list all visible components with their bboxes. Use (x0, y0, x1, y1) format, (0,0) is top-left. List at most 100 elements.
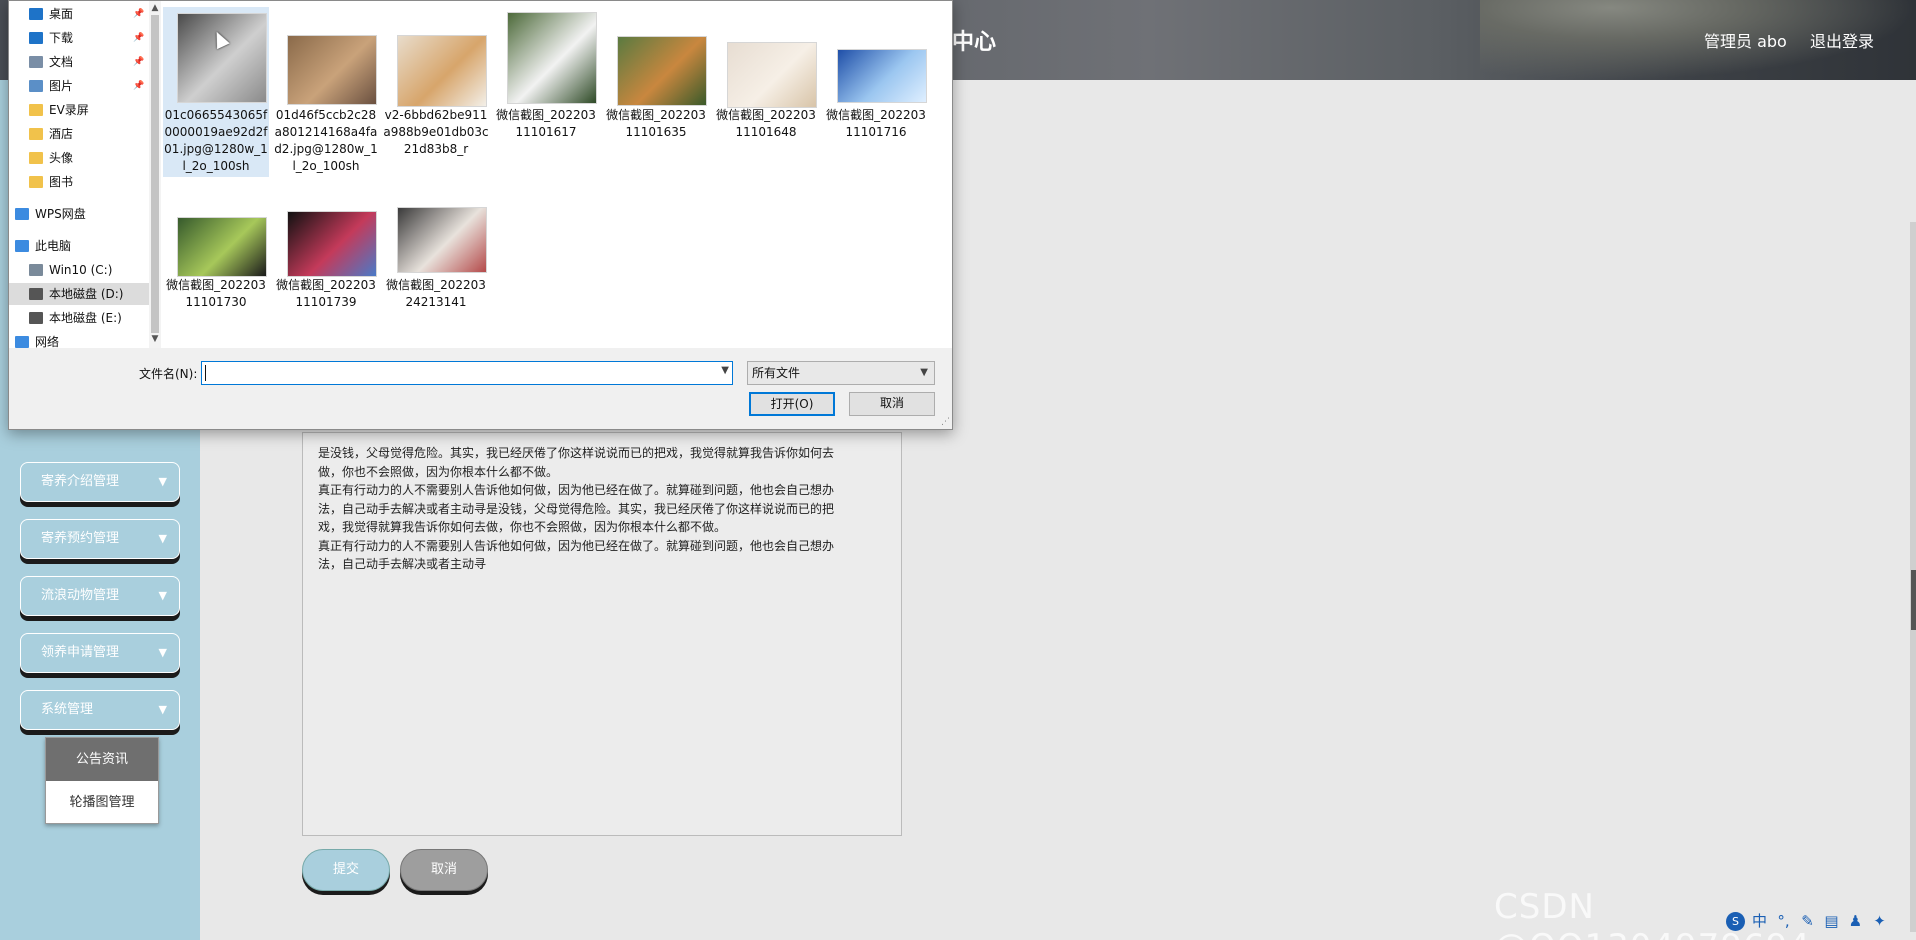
sidebar-menu-adoption[interactable]: 领养申请管理 ▼ (20, 633, 180, 673)
drive-icon (29, 288, 43, 300)
nav-item[interactable]: 文档 📌 (9, 51, 149, 73)
tray-item[interactable]: ✦ (1870, 912, 1889, 931)
sidebar-menu-system[interactable]: 系统管理 ▼ (20, 690, 180, 730)
filename-label: 文件名(N): (139, 367, 198, 381)
nav-item-label: Win10 (C:) (49, 263, 113, 277)
page-scrollbar-thumb[interactable] (1911, 570, 1916, 630)
file-thumbnail (397, 35, 487, 107)
file-item[interactable]: 微信截图_20220311101648 (713, 7, 819, 177)
dialog-cancel-button[interactable]: 取消 (849, 392, 935, 416)
tray-item[interactable]: °, (1774, 912, 1793, 931)
chevron-down-icon[interactable]: ▼ (721, 365, 729, 376)
navigation-pane: ▲ ▼ 桌面 📌 下载 📌 文档 📌 图片 📌 EV录屏酒店头像图书 WPS网盘此电脑 Win10 … (9, 1, 161, 349)
nav-item[interactable]: 下载 📌 (9, 27, 149, 49)
file-name: 微信截图_20220311101635 (606, 108, 706, 139)
file-name: 微信截图_20220311101648 (716, 108, 816, 139)
pin-icon: 📌 (133, 57, 145, 67)
nav-item[interactable]: Win10 (C:) (9, 259, 149, 281)
system-tray: S 中 °, ✎ ▤ ♟ ✦ (1726, 909, 1889, 933)
file-open-dialog: ▲ ▼ 桌面 📌 下载 📌 文档 📌 图片 📌 EV录屏酒店头像图书 WPS网盘此电脑 Win10 … (8, 0, 953, 430)
nav-item-label: WPS网盘 (35, 207, 86, 221)
chevron-down-icon: ▼ (158, 532, 167, 545)
computer-icon (15, 240, 29, 252)
nav-item-label: 下载 (49, 31, 74, 45)
nav-scrollbar-thumb[interactable] (151, 15, 159, 333)
tray-item[interactable]: 中 (1750, 912, 1769, 931)
scroll-down-icon[interactable]: ▼ (150, 334, 160, 344)
nav-item-label: 酒店 (49, 127, 74, 141)
pin-icon: 📌 (133, 81, 145, 91)
file-item[interactable]: 微信截图_20220311101635 (603, 7, 709, 177)
nav-item[interactable]: 此电脑 (9, 235, 149, 257)
file-item[interactable]: v2-6bbd62be911a988b9e01db03c21d83b8_r (383, 7, 489, 177)
chevron-down-icon: ▼ (158, 475, 167, 488)
file-item[interactable]: 微信截图_20220324213141 (383, 207, 489, 377)
submenu-item-carousel[interactable]: 轮播图管理 (46, 781, 158, 824)
nav-item-label: 网络 (35, 335, 60, 349)
nav-item-label: 桌面 (49, 7, 74, 21)
scroll-up-icon[interactable]: ▲ (150, 3, 160, 13)
file-thumbnail (287, 35, 377, 105)
menu-label: 领养申请管理 (41, 645, 120, 660)
logout-link[interactable]: 退出登录 (1810, 28, 1874, 52)
file-item[interactable]: 微信截图_20220311101617 (493, 7, 599, 177)
file-name: 微信截图_20220311101716 (826, 108, 926, 139)
nav-item-label: 文档 (49, 55, 74, 69)
file-name: 微信截图_20220311101617 (496, 108, 596, 139)
nav-item-label: EV录屏 (49, 103, 89, 117)
file-item[interactable]: 01d46f5ccb2c28a801214168a4fad2.jpg@1280w… (273, 7, 379, 177)
file-item[interactable]: 微信截图_20220311101716 (823, 7, 929, 177)
nav-item[interactable]: 头像 (9, 147, 149, 169)
nav-item[interactable]: 酒店 (9, 123, 149, 145)
nav-item[interactable]: 桌面 📌 (9, 3, 149, 25)
nav-item-label: 头像 (49, 151, 74, 165)
open-button[interactable]: 打开(O) (749, 392, 835, 416)
sidebar-menu-foster-booking[interactable]: 寄养预约管理 ▼ (20, 519, 180, 559)
nav-item[interactable]: 本地磁盘 (E:) (9, 307, 149, 329)
cancel-button[interactable]: 取消 (400, 849, 488, 891)
pin-icon: 📌 (133, 9, 145, 19)
file-name: 微信截图_20220311101730 (166, 278, 266, 309)
nav-item[interactable]: WPS网盘 (9, 203, 149, 225)
chevron-down-icon: ▼ (158, 703, 167, 716)
filetype-value: 所有文件 (752, 366, 801, 380)
nav-item-label: 图片 (49, 79, 74, 93)
network-icon (15, 336, 29, 348)
submenu-item-announcements[interactable]: 公告资讯 (46, 738, 158, 781)
desktop-icon (29, 8, 43, 20)
nav-item[interactable]: 图片 📌 (9, 75, 149, 97)
chevron-down-icon: ▼ (920, 367, 928, 378)
file-thumbnail (507, 12, 597, 104)
cloud-icon (15, 208, 29, 220)
tray-item[interactable]: ♟ (1846, 912, 1865, 931)
tray-item[interactable]: ✎ (1798, 912, 1817, 931)
menu-label: 寄养介绍管理 (41, 474, 120, 489)
menu-label: 系统管理 (41, 702, 94, 717)
nav-item[interactable]: 网络 (9, 331, 149, 353)
text-caret (205, 365, 206, 381)
file-thumbnail (287, 211, 377, 277)
nav-item[interactable]: EV录屏 (9, 99, 149, 121)
file-item[interactable]: 微信截图_20220311101730 (163, 207, 269, 377)
file-thumbnail (837, 49, 927, 103)
sidebar-menu-foster-intro[interactable]: 寄养介绍管理 ▼ (20, 462, 180, 502)
menu-label: 寄养预约管理 (41, 531, 120, 546)
filename-input[interactable]: ▼ (201, 361, 733, 385)
sidebar-menu-stray-animals[interactable]: 流浪动物管理 ▼ (20, 576, 180, 616)
nav-item[interactable]: 本地磁盘 (D:) (9, 283, 149, 305)
nav-scrollbar[interactable]: ▲ ▼ (149, 1, 161, 348)
file-item[interactable]: 微信截图_20220311101739 (273, 207, 379, 377)
folder-icon (29, 128, 43, 140)
nav-item-label: 此电脑 (35, 239, 72, 253)
file-thumbnail (727, 42, 817, 108)
resize-grip-icon[interactable]: ⋰ (941, 417, 950, 427)
submit-button[interactable]: 提交 (302, 849, 390, 891)
nav-item[interactable]: 图书 (9, 171, 149, 193)
nav-item-label: 图书 (49, 175, 74, 189)
file-name: 01c0665543065f0000019ae92d2f01.jpg@1280w… (164, 108, 268, 173)
pin-icon: 📌 (133, 33, 145, 43)
ime-icon[interactable]: S (1726, 911, 1745, 931)
tray-item[interactable]: ▤ (1822, 912, 1841, 931)
download-icon (29, 32, 43, 44)
filetype-select[interactable]: 所有文件 ▼ (747, 361, 935, 385)
